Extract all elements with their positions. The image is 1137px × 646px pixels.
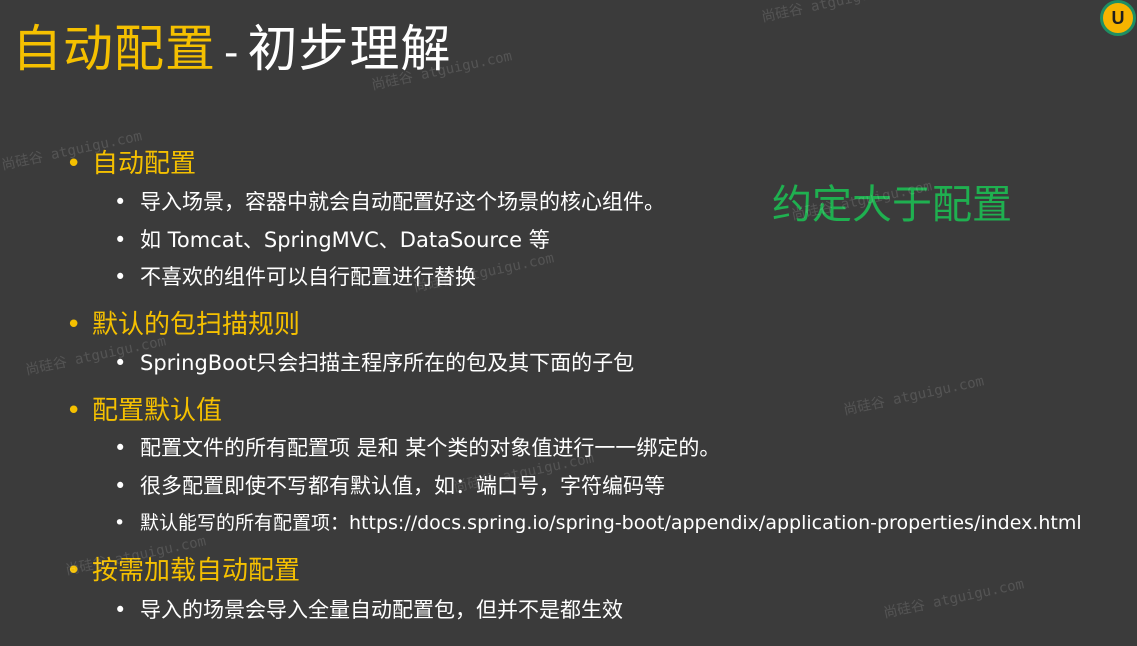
list-item-text: 导入场景，容器中就会自动配置好这个场景的核心组件。 <box>140 190 665 214</box>
section-heading: • 按需加载自动配置 <box>66 550 300 587</box>
bullet-icon: • <box>66 310 82 340</box>
section-heading-text: 自动配置 <box>92 149 197 179</box>
watermark: 尚硅谷 atguigu.com <box>760 0 904 26</box>
title-accent: 自动配置 <box>12 20 216 78</box>
list-item: • 导入场景，容器中就会自动配置好这个场景的核心组件。 <box>114 186 665 216</box>
bullet-icon: • <box>114 598 127 622</box>
section-heading: • 配置默认值 <box>66 390 222 427</box>
bullet-icon: • <box>66 149 82 179</box>
list-item-text: 导入的场景会导入全量自动配置包，但并不是都生效 <box>140 598 623 622</box>
section-heading: • 自动配置 <box>66 143 196 180</box>
page-title: 自动配置 - 初步理解 <box>12 14 451 88</box>
list-item-text: 很多配置即使不写都有默认值，如：端口号，字符编码等 <box>140 474 665 498</box>
callout-text: 约定大于配置 <box>772 182 1012 228</box>
list-item-text: 默认能写的所有配置项：https://docs.spring.io/spring… <box>140 512 1082 534</box>
list-item: • SpringBoot只会扫描主程序所在的包及其下面的子包 <box>114 347 634 377</box>
section-heading-text: 按需加载自动配置 <box>92 556 301 586</box>
title-separator: - <box>224 30 240 76</box>
list-item-text: 配置文件的所有配置项 是和 某个类的对象值进行一一绑定的。 <box>140 436 721 460</box>
watermark: 尚硅谷 atguigu.com <box>842 373 986 419</box>
bullet-icon: • <box>114 512 126 534</box>
list-item: • 如 Tomcat、SpringMVC、DataSource 等 <box>114 224 550 254</box>
section-heading-text: 配置默认值 <box>92 396 223 426</box>
bullet-icon: • <box>114 190 127 214</box>
list-item: • 不喜欢的组件可以自行配置进行替换 <box>114 261 476 291</box>
slide: 自动配置 - 初步理解 U 约定大于配置 • 自动配置 • 导入场景，容器中就会自动配置… <box>0 0 1137 646</box>
list-item-text: SpringBoot只会扫描主程序所在的包及其下面的子包 <box>140 351 635 375</box>
section-heading: • 默认的包扫描规则 <box>66 304 300 341</box>
bullet-icon: • <box>114 351 127 375</box>
title-rest: 初步理解 <box>247 20 452 78</box>
bullet-icon: • <box>114 436 127 460</box>
bullet-icon: • <box>114 228 127 252</box>
bullet-icon: • <box>66 396 82 426</box>
logo-letter: U <box>1111 7 1125 28</box>
list-item: • 导入的场景会导入全量自动配置包，但并不是都生效 <box>114 594 623 624</box>
bullet-icon: • <box>114 474 127 498</box>
list-item: • 配置文件的所有配置项 是和 某个类的对象值进行一一绑定的。 <box>114 432 720 462</box>
brand-logo: U <box>1100 0 1136 36</box>
section-heading-text: 默认的包扫描规则 <box>92 310 301 340</box>
watermark: 尚硅谷 atguigu.com <box>882 576 1026 622</box>
list-item-text: 不喜欢的组件可以自行配置进行替换 <box>140 265 476 289</box>
bullet-icon: • <box>114 265 127 289</box>
list-item: • 默认能写的所有配置项：https://docs.spring.io/sprin… <box>114 508 1082 535</box>
bullet-icon: • <box>66 556 82 586</box>
list-item: • 很多配置即使不写都有默认值，如：端口号，字符编码等 <box>114 470 665 500</box>
list-item-text: 如 Tomcat、SpringMVC、DataSource 等 <box>140 228 550 252</box>
